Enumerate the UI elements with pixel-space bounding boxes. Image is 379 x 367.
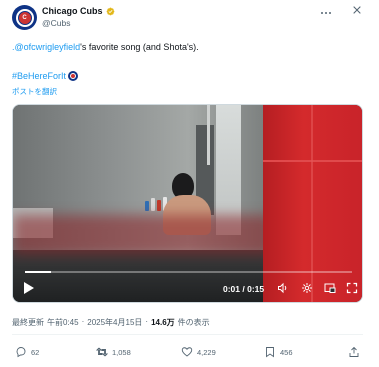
- reply-count: 62: [31, 347, 40, 357]
- edited-label[interactable]: 最終更新: [12, 317, 44, 328]
- views-label: 件の表示: [177, 318, 210, 327]
- bookmark-button[interactable]: 456: [264, 346, 293, 358]
- display-name[interactable]: Chicago Cubs: [42, 6, 115, 16]
- divider: [12, 334, 363, 335]
- tweet-time[interactable]: 午前0:45: [47, 317, 79, 328]
- hashtag-link[interactable]: #BeHereForIt: [12, 71, 66, 81]
- fullscreen-icon[interactable]: [345, 281, 359, 295]
- tweet-detail: C Chicago Cubs @Cubs .@ofcwrigleyfield's…: [0, 0, 379, 367]
- video-progress-fill: [25, 271, 52, 273]
- close-icon[interactable]: [352, 5, 362, 18]
- hashtag-line: #BeHereForIt: [12, 71, 79, 81]
- tweet-text-body: 's favorite song (and Shota's).: [80, 42, 199, 52]
- display-name-text: Chicago Cubs: [42, 6, 103, 16]
- handle[interactable]: @Cubs: [42, 18, 70, 28]
- like-count: 4,229: [197, 347, 216, 357]
- more-horizontal-icon[interactable]: [320, 7, 332, 20]
- share-button[interactable]: [348, 346, 360, 358]
- like-button[interactable]: 4,229: [181, 346, 216, 358]
- views-count: 14.6万: [151, 318, 175, 327]
- repost-icon: [96, 347, 108, 357]
- video-player[interactable]: 0:01 / 0:15: [12, 104, 363, 303]
- volume-icon[interactable]: [276, 281, 290, 295]
- avatar[interactable]: C: [12, 5, 37, 30]
- repost-count: 1,058: [112, 347, 131, 357]
- tweet-meta: 最終更新 午前0:45 · 2025年4月15日 · 14.6万 件の表示: [12, 317, 210, 328]
- translate-link[interactable]: ポストを翻訳: [12, 86, 57, 97]
- reply-button[interactable]: 62: [15, 346, 39, 358]
- video-time: 0:01 / 0:15: [223, 284, 265, 294]
- gear-icon[interactable]: [300, 281, 314, 295]
- tweet-text: .@ofcwrigleyfield's favorite song (and S…: [12, 42, 199, 52]
- video-progress-bar[interactable]: [25, 271, 352, 273]
- cubs-hashflag-icon: [68, 71, 79, 81]
- mention-link[interactable]: .@ofcwrigleyfield: [12, 42, 80, 52]
- bookmark-count: 456: [280, 347, 293, 357]
- heart-icon: [181, 347, 193, 357]
- picture-in-picture-icon[interactable]: [323, 281, 337, 295]
- red-locker-panel: [263, 105, 362, 302]
- tweet-date[interactable]: 2025年4月15日: [87, 317, 142, 328]
- verified-badge-icon: [106, 7, 114, 15]
- play-icon[interactable]: [23, 281, 35, 295]
- repost-button[interactable]: 1,058: [96, 346, 131, 358]
- bookmark-icon: [266, 347, 274, 358]
- reply-icon: [16, 347, 26, 358]
- share-icon: [349, 346, 359, 357]
- cubs-logo-icon: C: [17, 10, 32, 25]
